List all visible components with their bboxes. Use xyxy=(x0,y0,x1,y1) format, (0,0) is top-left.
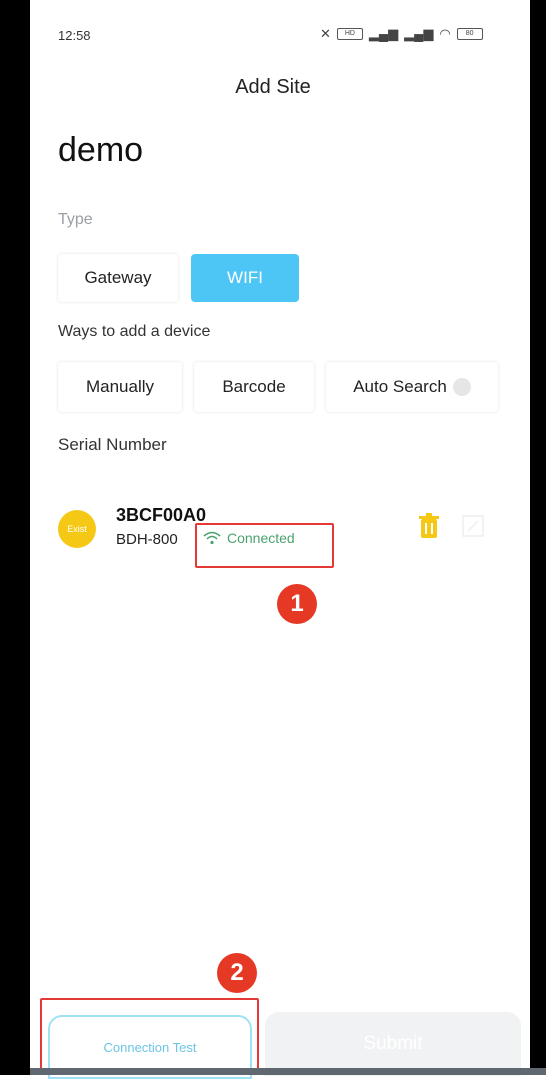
hd-icon: HD xyxy=(336,28,363,40)
page-title: Add Site xyxy=(235,76,311,98)
right-frame-border xyxy=(530,0,546,1075)
device-serial: 3BCF00A0 xyxy=(116,505,207,525)
site-name[interactable]: demo xyxy=(58,131,143,170)
info-icon[interactable] xyxy=(452,378,471,396)
serial-number-label: Serial Number xyxy=(58,435,167,454)
annotation-badge-2: 2 xyxy=(217,953,257,993)
signal-5g-icon-2: ▂▄▆ xyxy=(404,26,434,41)
auto-search-label: Auto Search xyxy=(353,377,447,396)
type-wifi-option[interactable]: WIFI xyxy=(191,254,299,302)
trash-icon[interactable] xyxy=(418,513,440,539)
connection-test-highlight-box xyxy=(40,998,259,1072)
bottom-edge xyxy=(30,1068,546,1075)
ways-label: Ways to add a device xyxy=(58,323,211,340)
barcode-option[interactable]: Barcode xyxy=(194,362,314,412)
battery-icon: 80 xyxy=(456,28,483,40)
mute-icon: ✕ xyxy=(320,26,331,41)
auto-search-option[interactable]: Auto Search xyxy=(326,362,498,412)
type-label: Type xyxy=(58,211,93,228)
connected-highlight-box xyxy=(195,523,334,568)
device-model: BDH-800 xyxy=(116,531,178,548)
status-icons: ✕ HD ▂▄▆ ▂▄▆ ◠ 80 xyxy=(320,26,483,42)
status-time: 12:58 xyxy=(58,28,91,43)
manually-option[interactable]: Manually xyxy=(58,362,182,412)
device-avatar: Exist xyxy=(58,510,96,548)
type-gateway-option[interactable]: Gateway xyxy=(58,254,178,302)
left-frame-border xyxy=(0,0,30,1075)
edit-icon[interactable] xyxy=(462,515,484,537)
submit-button[interactable]: Submit xyxy=(265,1012,521,1076)
wifi-icon: ◠ xyxy=(439,26,451,41)
annotation-badge-1: 1 xyxy=(277,584,317,624)
signal-5g-icon: ▂▄▆ xyxy=(368,26,399,41)
